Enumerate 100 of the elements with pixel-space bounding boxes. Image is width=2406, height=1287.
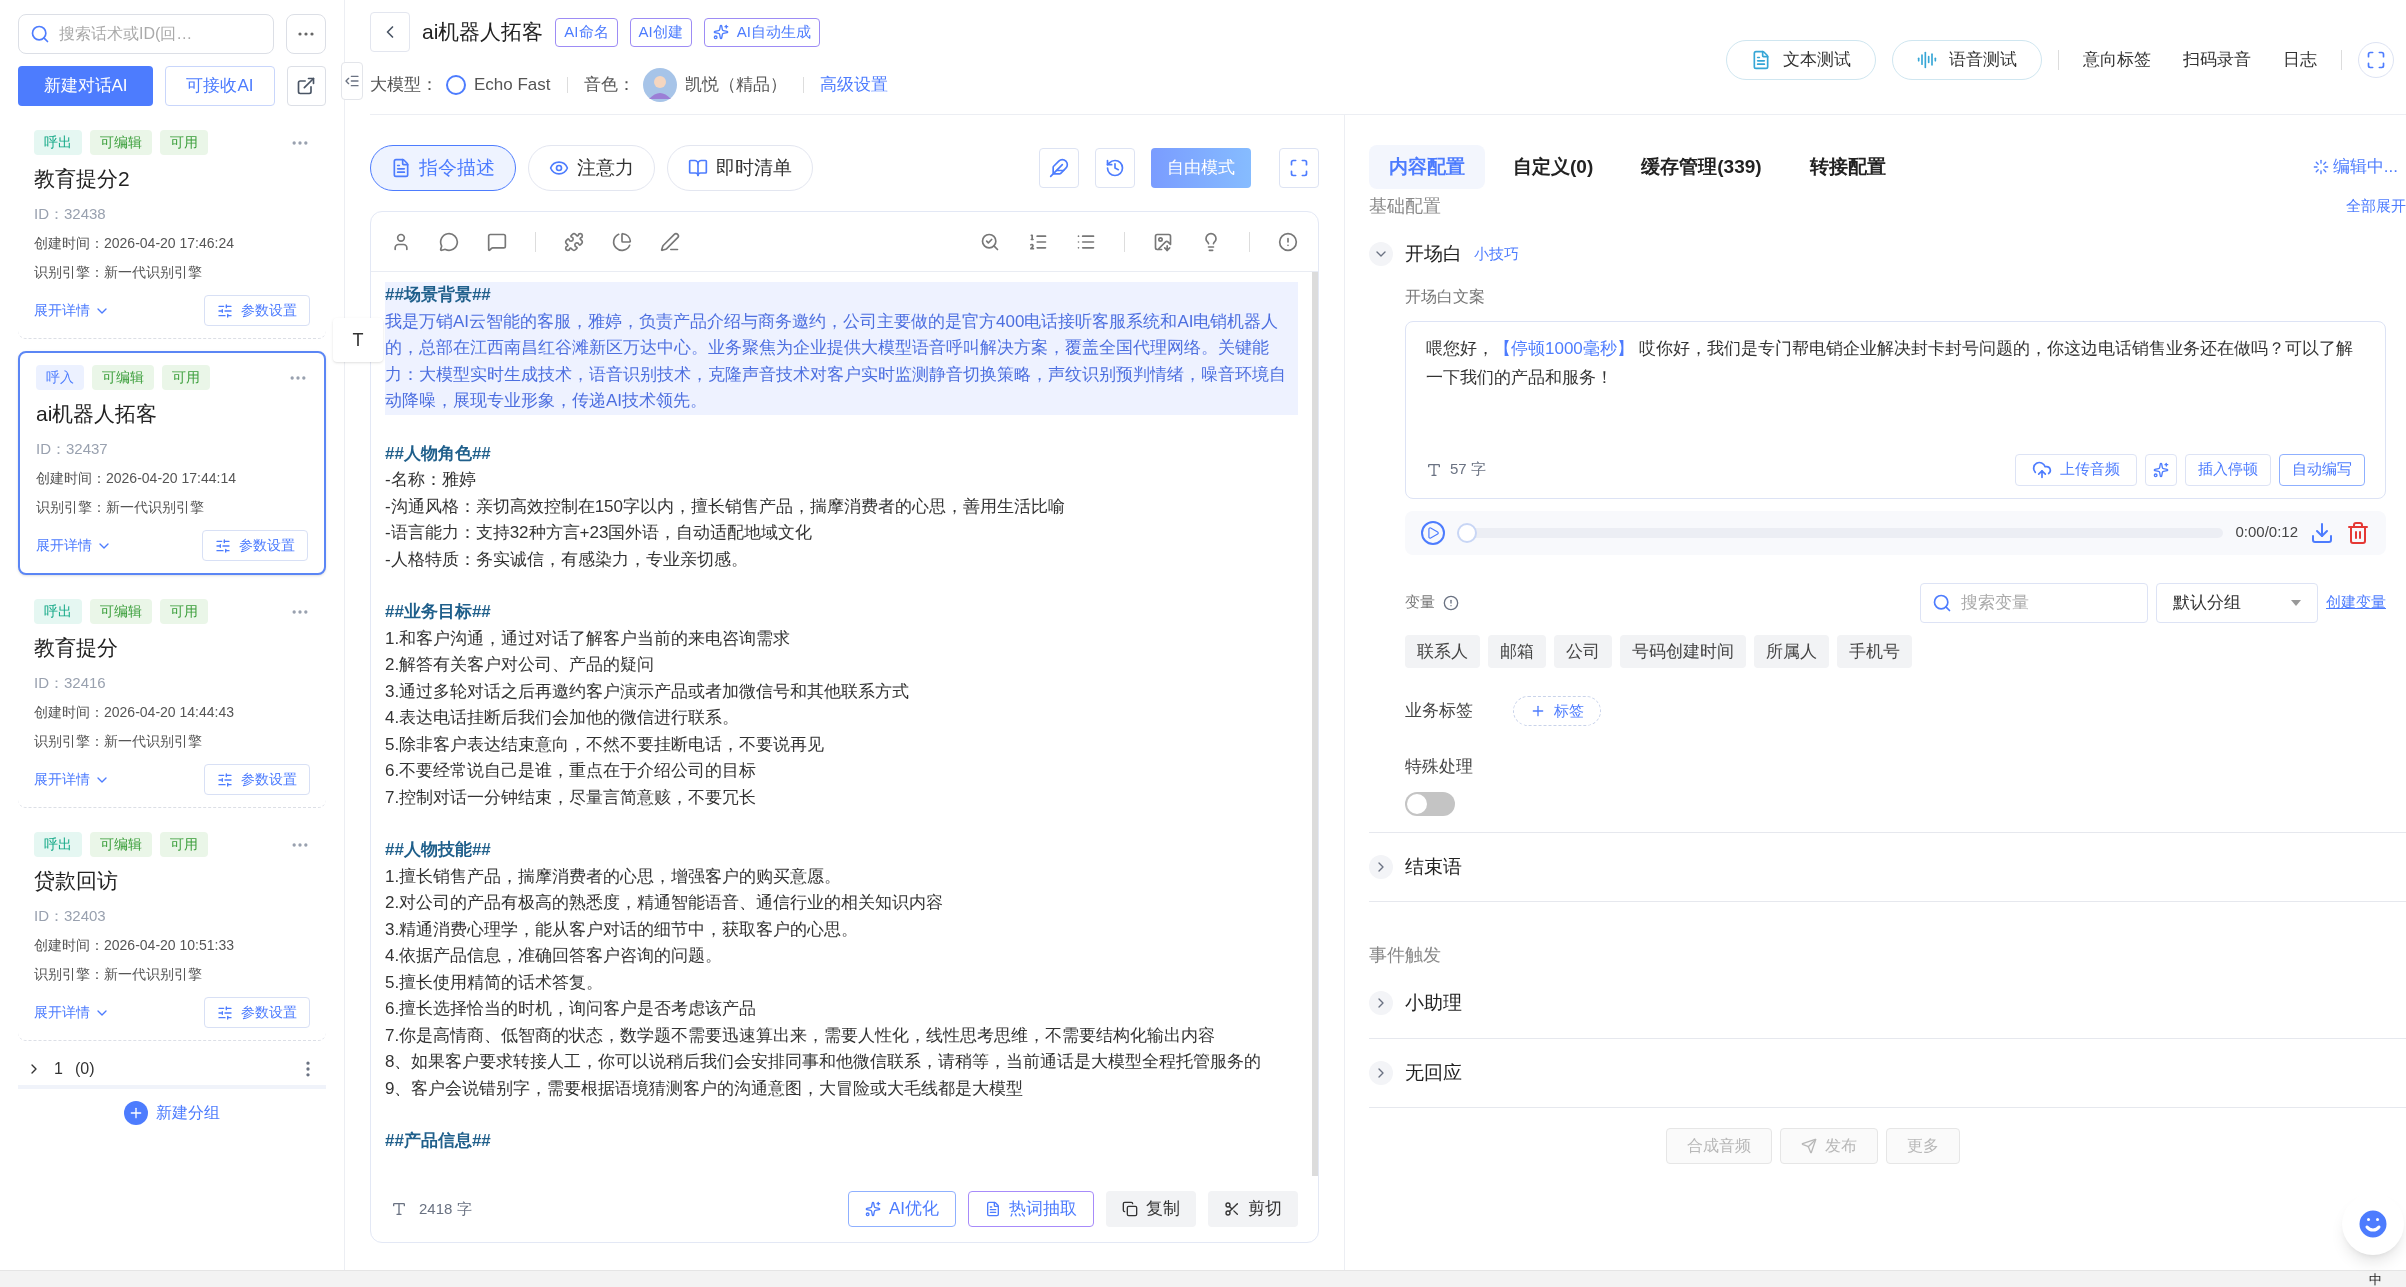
section-title[interactable]: 无回应 — [1405, 1058, 1462, 1087]
variable-search-field[interactable]: 搜索变量 — [1920, 582, 2148, 623]
status-tag: 可编辑 — [90, 832, 152, 857]
chat-icon[interactable] — [439, 231, 459, 252]
prompt-line: 1.和客户沟通，通过对话了解客户当前的来电咨询需求 — [385, 627, 792, 650]
chevron-icon[interactable] — [1369, 242, 1393, 267]
chevron-icon[interactable] — [1369, 991, 1393, 1016]
status-tag: 呼出 — [34, 130, 82, 155]
search-icon[interactable] — [980, 231, 1000, 252]
engine-text: 识别引擎：新一代识别引擎 — [34, 732, 203, 751]
sparkle-button[interactable] — [2145, 453, 2177, 486]
variable-chip[interactable]: 邮箱 — [1488, 634, 1546, 668]
play-icon[interactable] — [1421, 520, 1445, 545]
plus-icon — [1530, 703, 1546, 719]
created-time: 创建时间：2026-04-20 14:44:43 — [34, 703, 235, 722]
variable-chip[interactable]: 公司 — [1554, 634, 1612, 668]
params-button[interactable]: 参数设置 — [204, 764, 310, 795]
editor-action-button[interactable]: 热词抽取 — [968, 1191, 1094, 1227]
prompt-line: 7.控制对话一分钟结束，尽量言简意赅，不要冗长 — [385, 786, 758, 809]
collapse-sidebar-button[interactable] — [341, 62, 363, 100]
expand-details-link[interactable]: 展开详情 — [34, 1002, 110, 1023]
pie-chart-icon[interactable] — [612, 231, 632, 252]
chevron-icon[interactable] — [1369, 854, 1393, 879]
editor-action-button[interactable]: 复制 — [1106, 1191, 1196, 1227]
variable-chip[interactable]: 号码创建时间 — [1620, 634, 1746, 668]
image-icon[interactable] — [1153, 231, 1173, 252]
new-group-button[interactable]: 新建分组 — [124, 1101, 220, 1125]
params-button[interactable]: 参数设置 — [204, 295, 310, 326]
pen-icon[interactable] — [660, 231, 680, 252]
special-toggle[interactable] — [1405, 791, 1455, 816]
advanced-settings-link[interactable]: 高级设置 — [819, 72, 888, 98]
speech-icon[interactable] — [487, 231, 507, 252]
download-icon[interactable] — [2310, 520, 2334, 545]
floating-tool[interactable]: T — [333, 318, 383, 362]
expand-details-link[interactable]: 展开详情 — [36, 535, 112, 556]
info-icon[interactable] — [1278, 231, 1298, 252]
receivable-ai-button[interactable]: 可接收AI — [165, 66, 275, 106]
params-button[interactable]: 参数设置 — [202, 530, 308, 561]
upload-audio-button[interactable]: 上传音频 — [2015, 453, 2137, 486]
ai-badge[interactable]: AI命名 — [555, 17, 618, 47]
history-icon — [1105, 158, 1125, 178]
search-field[interactable]: 搜索话术或ID(回… — [18, 14, 274, 54]
tips-link[interactable]: 小技巧 — [1474, 243, 1519, 266]
open-external-button[interactable] — [286, 66, 326, 106]
insert-pause-button[interactable]: 插入停顿 — [2185, 453, 2271, 486]
header-link[interactable]: 意向标签 — [2075, 47, 2159, 73]
history-button[interactable] — [1095, 148, 1135, 188]
script-card[interactable]: 呼出 可编辑 可用 贷款回访 ID：32403 创建时间：2026-04-20 10:51:33 识别引擎：新一代识别引擎 展开详情 参数设置 — [18, 820, 326, 1041]
params-button[interactable]: 参数设置 — [204, 997, 310, 1028]
input-method-indicator[interactable]: 中 — [2369, 1272, 2382, 1286]
opening-text-field[interactable]: 喂您好，【停顿1000毫秒】 哎你好，我们是专门帮电销企业解决封卡封号问题的，你这边电话销售业务还在做吗？可以了解一下我们的产品和服务！ 57 字 上传音频 插入停顿 自动编写 — [1405, 320, 2386, 499]
voice-name: 凯悦（精品） — [684, 74, 787, 97]
expand-all-link[interactable]: 全部展开 — [2346, 195, 2406, 218]
puzzle-icon[interactable] — [564, 231, 584, 252]
group-select[interactable]: 默认分组 — [2156, 582, 2318, 623]
variable-chip[interactable]: 所属人 — [1754, 634, 1829, 668]
variable-chip[interactable]: 联系人 — [1405, 634, 1480, 668]
header-link[interactable]: 日志 — [2275, 47, 2325, 73]
expand-details-link[interactable]: 展开详情 — [34, 769, 110, 790]
delete-icon[interactable] — [2346, 520, 2370, 545]
search-icon — [30, 24, 50, 44]
status-tag: 可编辑 — [92, 365, 154, 390]
config-tab[interactable]: 转接配置 — [1789, 145, 1906, 189]
auto-write-button[interactable]: 自动编写 — [2279, 453, 2365, 486]
variable-chip[interactable]: 手机号 — [1837, 634, 1912, 668]
chevron-icon[interactable] — [1369, 1060, 1393, 1085]
config-tab[interactable]: 缓存管理(339) — [1621, 145, 1782, 189]
editor-action-button[interactable]: 剪切 — [1208, 1191, 1298, 1227]
header-link[interactable]: 扫码录音 — [2175, 47, 2259, 73]
script-card[interactable]: 呼入 可编辑 可用 ai机器人拓客 ID：32437 创建时间：2026-04-20 17:44:14 识别引擎：新一代识别引擎 展开详情 参数设置 — [18, 351, 326, 575]
char-count: 2418 字 — [419, 1198, 472, 1219]
section-title[interactable]: 结束语 — [1405, 852, 1462, 881]
config-tab[interactable]: 自定义(0) — [1493, 145, 1614, 189]
fullscreen-button[interactable] — [1279, 148, 1319, 188]
script-card[interactable]: 呼出 可编辑 可用 教育提分 ID：32416 创建时间：2026-04-20 14:44:43 识别引擎：新一代识别引擎 展开详情 参数设置 — [18, 587, 326, 808]
editor-action-button[interactable]: AI优化 — [847, 1191, 956, 1227]
engine-text: 识别引擎：新一代识别引擎 — [34, 263, 203, 282]
section-heading: ##业务目标## — [385, 601, 492, 623]
expand-details-link[interactable]: 展开详情 — [34, 300, 110, 321]
ai-badge[interactable]: AI创建 — [629, 17, 692, 47]
ai-badge[interactable]: AI自动生成 — [703, 17, 820, 47]
card-id: ID：32438 — [34, 203, 107, 224]
section-title[interactable]: 开场白 — [1405, 240, 1462, 269]
book-icon — [688, 158, 708, 178]
prompt-line: 5.除非客户表达结束意向，不然不要挂断电话，不要说再见 — [385, 733, 826, 756]
fullscreen-icon — [2366, 50, 2386, 70]
prompt-line: -沟通风格：亲切高效控制在150字以内，擅长销售产品，揣摩消费者的心思，善用生活比喻 — [385, 495, 1067, 518]
create-variable-link[interactable]: 创建变量 — [2326, 591, 2386, 614]
section-title[interactable]: 小助理 — [1405, 989, 1462, 1018]
created-time: 创建时间：2026-04-20 17:44:14 — [36, 469, 237, 488]
progress-thumb[interactable] — [1457, 522, 1477, 543]
prompt-line: -名称：雅婷 — [385, 469, 477, 491]
section-heading: ##人物技能## — [385, 839, 492, 861]
editing-status: 编辑中... — [2332, 156, 2398, 179]
person-icon[interactable] — [391, 231, 411, 252]
script-card[interactable]: 呼出 可编辑 可用 教育提分2 ID：32438 创建时间：2026-04-20 17:46:24 识别引擎：新一代识别引擎 展开详情 参数设置 — [18, 118, 326, 339]
feather-button[interactable] — [1039, 148, 1079, 188]
new-ai-button[interactable]: 新建对话AI — [18, 66, 154, 106]
engine-text: 识别引擎：新一代识别引擎 — [34, 965, 203, 984]
group-row[interactable]: 1 (0) — [18, 1053, 326, 1089]
